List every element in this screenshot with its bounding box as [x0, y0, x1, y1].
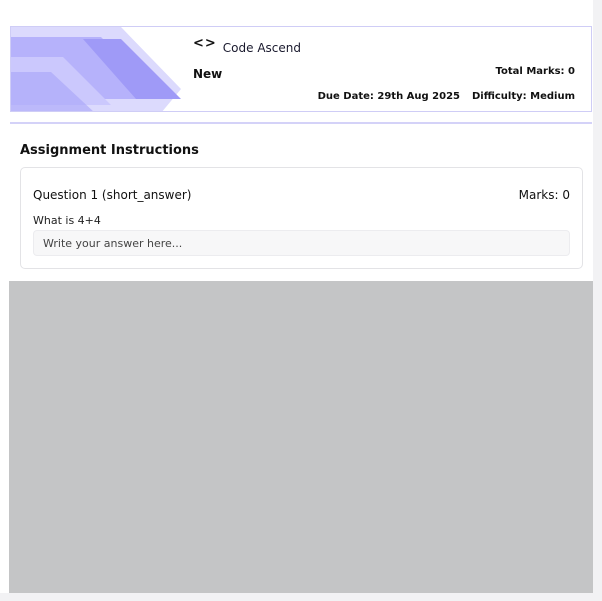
scrollbar-track[interactable] [593, 0, 602, 601]
assignment-meta: Due Date: 29th Aug 2025 Difficulty: Medi… [318, 91, 575, 102]
header-divider [10, 122, 592, 124]
course-row: <> Code Ascend [193, 36, 301, 55]
answer-input[interactable] [33, 230, 570, 256]
code-brackets-icon: <> [193, 36, 217, 51]
difficulty: Difficulty: Medium [472, 91, 575, 102]
bottom-edge [0, 593, 602, 601]
assignment-header-card: <> Code Ascend New Total Marks: 0 Due Da… [10, 26, 592, 112]
header-decoration [11, 27, 181, 111]
question-text: What is 4+4 [33, 214, 101, 227]
question-card: Question 1 (short_answer) Marks: 0 What … [20, 167, 583, 269]
gray-overlay-region [9, 281, 593, 593]
question-marks: Marks: 0 [518, 188, 570, 202]
question-label: Question 1 (short_answer) [33, 188, 192, 202]
due-date: Due Date: 29th Aug 2025 [317, 91, 460, 102]
section-title: Assignment Instructions [20, 143, 199, 158]
assignment-title: New [193, 67, 223, 81]
total-marks: Total Marks: 0 [495, 66, 575, 77]
page: <> Code Ascend New Total Marks: 0 Due Da… [0, 0, 602, 601]
course-name: Code Ascend [222, 40, 301, 55]
